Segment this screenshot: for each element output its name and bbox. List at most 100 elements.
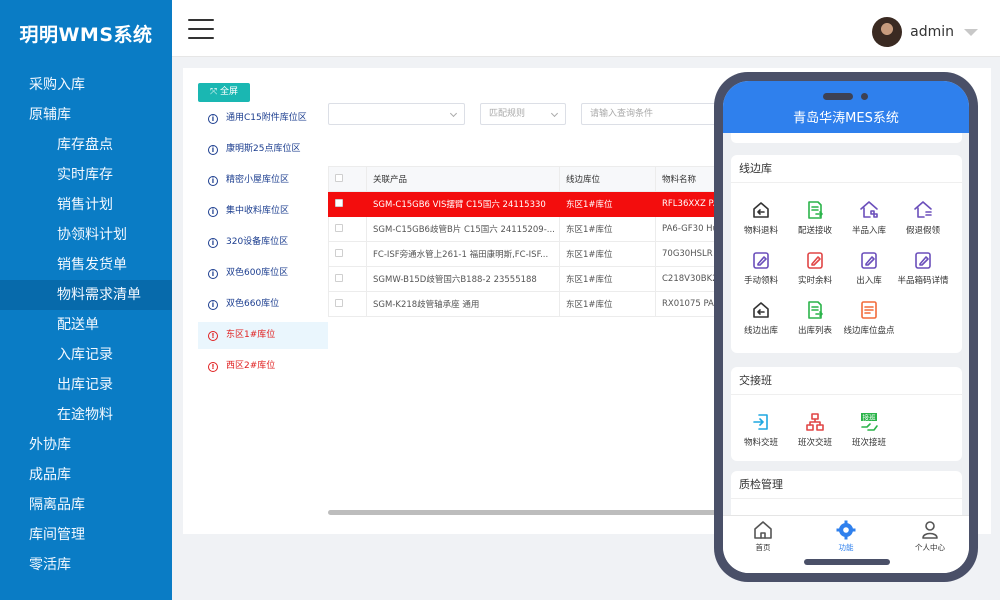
function-tile[interactable]: 配送接收 <box>787 199 843 236</box>
phone-title: 青岛华涛MES系统 <box>793 111 899 126</box>
info-circle-icon: i <box>208 113 218 124</box>
svg-text:接班: 接班 <box>863 413 877 422</box>
tile-label: 线边出库 <box>743 326 778 336</box>
table-row[interactable]: SGMW-B15D歧管国六B188-2 23555188 东区1#库位 C218V3… <box>328 266 721 292</box>
fullscreen-label: 全屏 <box>220 87 239 97</box>
function-tile[interactable]: 出入库 <box>841 249 897 286</box>
function-tile[interactable]: 班次交班 <box>787 411 843 448</box>
sidebar-item[interactable]: 出库记录 <box>0 370 172 400</box>
filter-select[interactable] <box>328 103 465 125</box>
info-circle-icon: i <box>208 299 218 310</box>
row-checkbox[interactable] <box>328 291 367 317</box>
tile-label: 半品箱码详情 <box>897 276 949 286</box>
warning-circle-icon: ! <box>208 330 218 341</box>
phone-header: 青岛华涛MES系统 <box>723 81 969 133</box>
sidebar-item[interactable]: 原辅库 <box>0 100 172 130</box>
phone-section: 交接班 物料交班 班次交班 接班 班次接班 <box>731 367 962 461</box>
sidebar-item[interactable]: 在途物料 <box>0 400 172 430</box>
horizontal-scrollbar[interactable] <box>328 510 728 515</box>
function-tile[interactable]: 物料交班 <box>733 411 789 448</box>
tab-gear[interactable]: 功能 <box>816 519 876 553</box>
function-tile[interactable]: 物料退料 <box>733 199 789 236</box>
location-item[interactable]: i 集中收料库位区 <box>198 198 328 225</box>
avatar[interactable] <box>872 17 903 47</box>
location-item[interactable]: ! 西区2#库位 <box>198 353 328 380</box>
location-item[interactable]: i 双色660库位 <box>198 291 328 318</box>
table-row[interactable]: SGM-C15GB6 VIS摆臂 C15国六 24115330 东区1#库位 RFL… <box>328 191 721 217</box>
sidebar-item[interactable]: 协领料计划 <box>0 220 172 250</box>
function-tile[interactable]: 手动领料 <box>733 249 789 286</box>
sidebar-item[interactable]: 实时库存 <box>0 160 172 190</box>
cell-product: SGMW-B15D歧管国六B188-2 23555188 <box>366 266 560 292</box>
function-tile[interactable]: 半品箱码详情 <box>895 249 951 286</box>
tab-home[interactable]: 首页 <box>733 519 793 553</box>
chevron-down-icon[interactable] <box>964 28 978 36</box>
fake-return-icon <box>895 199 951 221</box>
row-checkbox[interactable] <box>328 191 367 217</box>
col-header-location[interactable]: 线边库位 <box>559 166 656 192</box>
login-icon <box>733 411 789 433</box>
home-indicator <box>804 559 890 565</box>
location-item[interactable]: ! 东区1#库位 <box>198 322 328 349</box>
function-tile[interactable]: 假退假领 <box>895 199 951 236</box>
col-header-material[interactable]: 物料名称 <box>654 166 721 192</box>
match-rule-select[interactable]: 匹配规则 <box>480 103 566 125</box>
sidebar-item[interactable]: 采购入库 <box>0 70 172 100</box>
fullscreen-button[interactable]: ⤧ 全屏 <box>198 83 250 102</box>
location-item[interactable]: i 康明斯25点库位区 <box>198 136 328 163</box>
cell-material: RFL36XXZ PA <box>654 191 721 217</box>
table-row[interactable]: SGM-C15GB6歧管B片 C15国六 24115209-... 东区1#库位 P… <box>328 216 721 242</box>
cell-location: 东区1#库位 <box>559 216 656 242</box>
sidebar-item[interactable]: 零活库 <box>0 550 172 580</box>
location-item[interactable]: i 精密小屋库位区 <box>198 167 328 194</box>
info-circle-icon: i <box>208 206 218 217</box>
sidebar-item[interactable]: 成品库 <box>0 460 172 490</box>
sidebar-item[interactable]: 外协库 <box>0 430 172 460</box>
function-tile[interactable]: 线边出库 <box>733 299 789 336</box>
location-list: i 通用C15附件库位区 i 康明斯25点库位区 i 精密小屋库位区 i 集中收料库位区 i 32… <box>198 105 328 384</box>
sidebar-item[interactable]: 销售发货单 <box>0 250 172 280</box>
tile-label: 物料退料 <box>743 226 778 236</box>
list-icon <box>841 299 897 321</box>
tile-label: 实时余料 <box>797 276 832 286</box>
sidebar-item[interactable]: 物料需求清单 <box>0 280 172 310</box>
function-tile[interactable]: 接班 班次接班 <box>841 411 897 449</box>
tile-label: 出入库 <box>856 276 882 286</box>
function-tile[interactable]: 实时余料 <box>787 249 843 286</box>
row-checkbox[interactable] <box>328 266 367 292</box>
location-item[interactable]: i 320设备库位区 <box>198 229 328 256</box>
sidebar-item[interactable]: 配送单 <box>0 310 172 340</box>
location-item[interactable]: i 双色600库位区 <box>198 260 328 287</box>
tab-label: 功能 <box>838 543 854 552</box>
cell-product: SGM-C15GB6 VIS摆臂 C15国六 24115330 <box>366 191 560 217</box>
sidebar-item[interactable]: 销售计划 <box>0 190 172 220</box>
person-icon <box>900 519 960 541</box>
table-row[interactable]: SGM-K218歧管轴承座 通用 东区1#库位 RX01075 PA6 <box>328 291 721 317</box>
sidebar-item[interactable]: 入库记录 <box>0 340 172 370</box>
table-row[interactable]: FC-ISF旁通水管上261-1 福田康明斯,FC-ISF... 东区1#库位 70… <box>328 241 721 267</box>
edit-icon <box>787 249 843 271</box>
col-header-product[interactable]: 关联产品 <box>366 166 560 192</box>
function-tile[interactable]: 线边库位盘点 <box>841 299 897 336</box>
tab-label: 个人中心 <box>915 543 945 552</box>
sidebar-item[interactable]: 库存盘点 <box>0 130 172 160</box>
function-tile[interactable]: 出库列表 <box>787 299 843 336</box>
user-menu[interactable]: admin <box>872 17 978 47</box>
row-checkbox[interactable] <box>328 241 367 267</box>
location-item[interactable]: i 通用C15附件库位区 <box>198 105 328 132</box>
edit-icon <box>733 249 789 271</box>
select-all-checkbox[interactable] <box>328 166 367 192</box>
cell-product: SGM-K218歧管轴承座 通用 <box>366 291 560 317</box>
sidebar-item[interactable]: 隔离品库 <box>0 490 172 520</box>
tab-person[interactable]: 个人中心 <box>900 519 960 553</box>
phone-scroll-area[interactable]: 线边库 物料退料 配送接收 半品入库 假退假领 手动领料 实时余料 出入库 半品箱码详情 线边出库… <box>723 133 969 573</box>
sidebar-item[interactable]: 库间管理 <box>0 520 172 550</box>
menu-toggle-icon[interactable] <box>188 19 214 39</box>
phone-frame: 青岛华涛MES系统 线边库 物料退料 配送接收 半品入库 假退假领 手动领料 实时余料 出入库… <box>714 72 978 582</box>
speaker-notch <box>823 93 853 100</box>
info-circle-icon: i <box>208 175 218 186</box>
function-tile[interactable]: 半品入库 <box>841 199 897 236</box>
location-label: 双色600库位区 <box>226 268 289 278</box>
row-checkbox[interactable] <box>328 216 367 242</box>
username[interactable]: admin <box>910 24 954 40</box>
